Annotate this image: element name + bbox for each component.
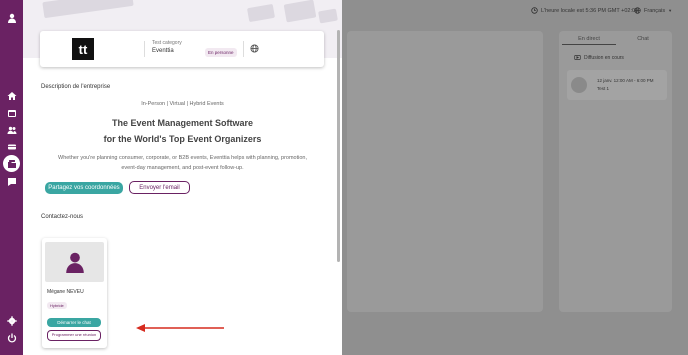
main-content-panel [347, 31, 543, 312]
avatar [45, 242, 104, 282]
divider [144, 41, 145, 57]
user-icon[interactable] [5, 11, 18, 24]
tab-chat[interactable]: Chat [616, 33, 670, 45]
local-time: L'heure locale est 5:36 PM GMT +02:00 [531, 7, 638, 14]
organization-logo: tt [72, 38, 94, 60]
tab-live[interactable]: En direct [562, 33, 616, 45]
people-icon[interactable] [5, 123, 18, 136]
description-title-line1: The Event Management Software [111, 118, 254, 128]
send-email-button[interactable]: Envoyer l'email [129, 181, 190, 194]
schedule-meeting-button[interactable]: Programmer une réunion [47, 330, 101, 341]
calendar-icon[interactable] [5, 106, 18, 119]
exhibitor-drawer: tt Test category Eventtia En personne De… [23, 0, 342, 355]
contact-card: Mégane NEVEU Hybride Démarrer le chat Pr… [42, 238, 107, 348]
event-name: Test 1 [597, 86, 610, 91]
description-title-line2: for the World's Top Event Organizers [103, 134, 262, 144]
ticket-icon[interactable] [5, 140, 18, 153]
user-icon [65, 252, 84, 273]
organization-card: tt Test category Eventtia En personne [40, 31, 324, 67]
description-paragraph: Whether you're planning consumer, corpor… [58, 155, 307, 171]
clock-icon [531, 7, 538, 14]
power-icon[interactable] [5, 331, 18, 344]
attendance-badge: En personne [205, 48, 237, 57]
annotation-arrow [136, 324, 224, 332]
organization-name: Eventtia [152, 48, 174, 54]
chevron-down-icon: ▼ [668, 8, 673, 13]
diffusion-label: Diffusion en cours [584, 54, 624, 61]
live-event-card[interactable]: 12 janv. 12:00 AM - 6:00 PM Test 1 [567, 70, 667, 100]
organization-category: Test category [152, 40, 182, 46]
left-nav-rail [0, 0, 23, 355]
share-details-button[interactable]: Partagez vos coordonnées [45, 182, 123, 194]
language-label: Français [644, 7, 666, 14]
exhibitors-icon[interactable] [3, 155, 20, 172]
contact-badge: Hybride [47, 302, 67, 309]
divider [243, 41, 244, 57]
chat-icon[interactable] [5, 175, 18, 188]
description-tagline: In-Person | Virtual | Hybrid Events [141, 101, 224, 107]
right-panel-tabs: En direct Chat [562, 33, 670, 45]
language-selector[interactable]: Français ▼ [634, 7, 672, 14]
globe-icon [634, 7, 641, 14]
diffusion-header: Diffusion en cours [574, 54, 624, 61]
description-heading: Description de l'entreprise [41, 84, 111, 90]
contact-heading: Contactez-nous [41, 214, 84, 220]
contact-name: Mégane NEVEU [47, 289, 84, 295]
drawer-scrollbar[interactable] [337, 30, 340, 262]
event-thumbnail [571, 77, 587, 93]
broadcast-icon [574, 55, 581, 60]
globe-icon[interactable] [250, 44, 259, 53]
home-icon[interactable] [5, 89, 18, 102]
local-time-text: L'heure locale est 5:36 PM GMT +02:00 [541, 7, 639, 14]
event-time: 12 janv. 12:00 AM - 6:00 PM [597, 78, 654, 83]
start-chat-button[interactable]: Démarrer le chat [47, 318, 101, 327]
gear-icon[interactable] [5, 314, 18, 327]
